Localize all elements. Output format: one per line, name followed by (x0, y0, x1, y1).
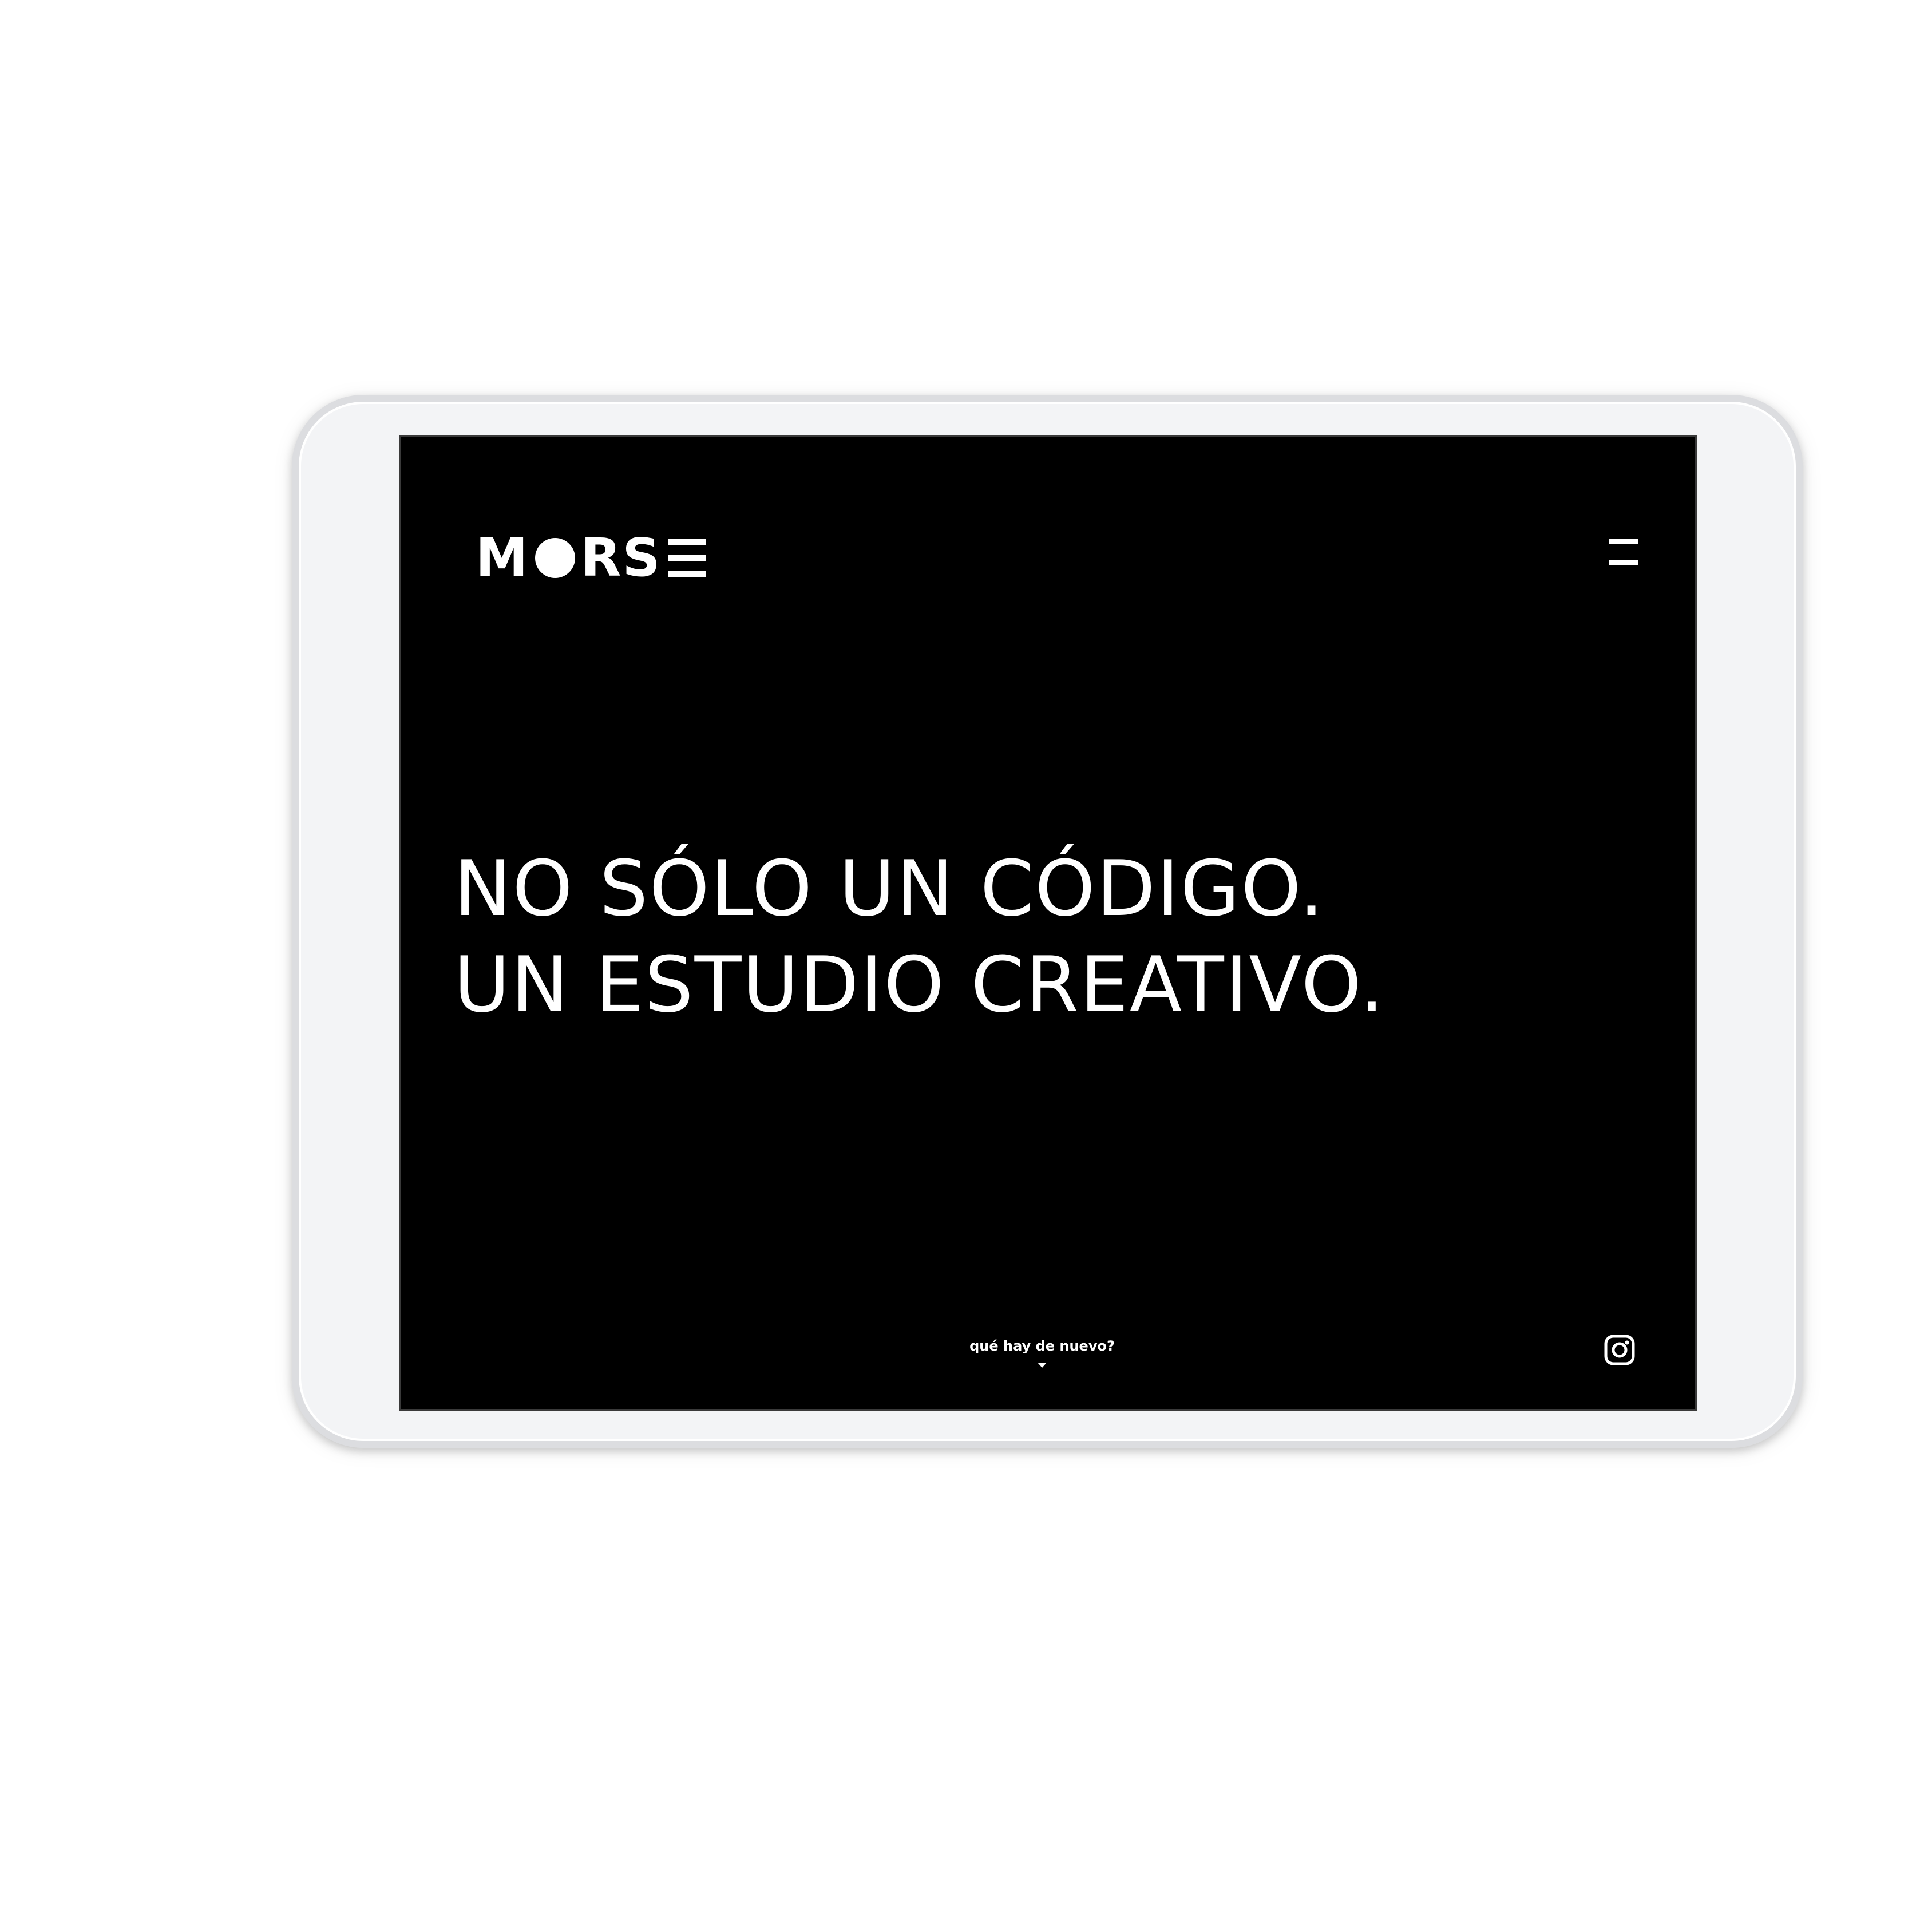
caret-down-icon (1038, 1363, 1047, 1368)
instagram-icon[interactable] (1604, 1334, 1636, 1366)
hero-headline: NO SÓLO UN CÓDIGO. UN ESTUDIO CREATIVO. (454, 841, 1385, 1033)
whats-new-link[interactable]: qué hay de nuevo? (951, 1337, 1134, 1368)
logo-letters-rs: RS (580, 527, 662, 588)
hamburger-menu-icon[interactable] (1609, 539, 1638, 565)
website-screen: M RS NO SÓLO UN CÓDIGO. UN ESTUDIO CREAT… (399, 435, 1697, 1411)
morse-logo[interactable]: M RS (476, 527, 706, 588)
logo-dot (535, 538, 575, 578)
logo-letter-m: M (476, 527, 529, 588)
hero-line-2: UN ESTUDIO CREATIVO. (454, 940, 1385, 1030)
whats-new-label: qué hay de nuevo? (969, 1338, 1115, 1354)
logo-bars (668, 539, 706, 577)
hero-line-1: NO SÓLO UN CÓDIGO. (454, 844, 1325, 933)
menu-bar-bottom (1609, 560, 1638, 565)
menu-bar-top (1609, 539, 1638, 544)
